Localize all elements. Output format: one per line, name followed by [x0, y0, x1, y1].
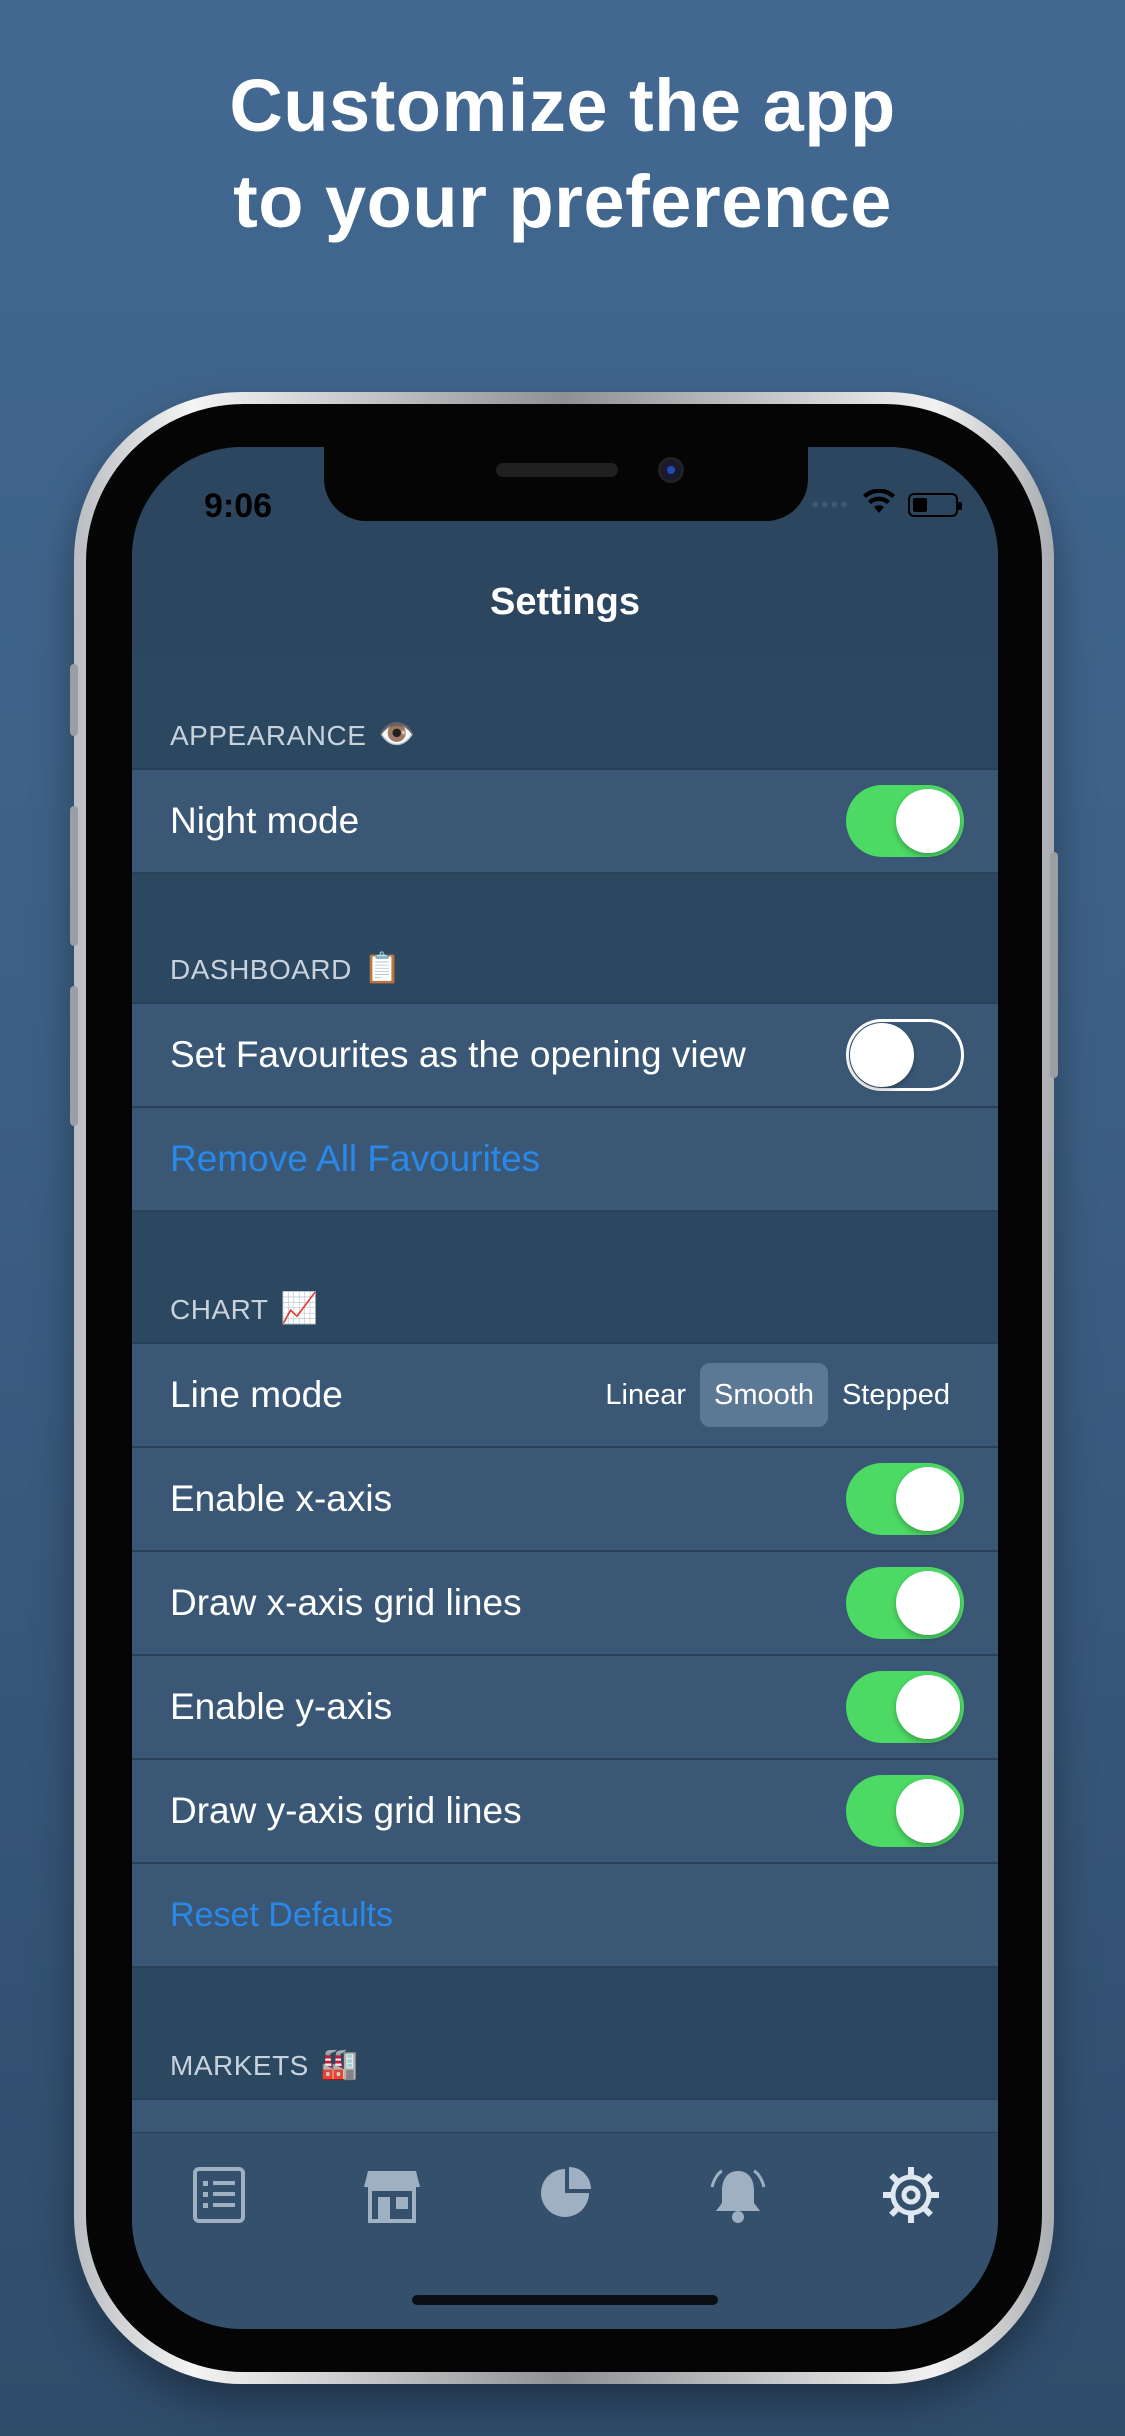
speaker-grille: [496, 463, 618, 477]
signal-dots: ••••: [811, 491, 850, 517]
mute-switch: [70, 664, 78, 736]
reset-defaults-button[interactable]: Reset Defaults: [170, 1896, 964, 1935]
power-button: [1050, 852, 1058, 1078]
status-icons: ••••: [811, 488, 962, 520]
favourites-opening-toggle[interactable]: [846, 1019, 964, 1091]
section-markets: MARKETS 🏭: [132, 1968, 998, 2100]
eye-emoji-icon: 👁️: [378, 718, 417, 751]
night-mode-row: Night mode: [132, 770, 998, 874]
tab-settings[interactable]: [871, 2165, 951, 2237]
headline-line-2: to your preference: [233, 160, 892, 243]
settings-list[interactable]: APPEARANCE 👁️ Night mode DASHBOARD 📋 Set…: [132, 654, 998, 2204]
factory-emoji-icon: 🏭: [320, 2048, 359, 2081]
phone-screen: 9:06 •••• Settings APPEARANCE 👁️ Night m…: [132, 447, 998, 2329]
headline: Customize the app to your preference: [0, 58, 1125, 250]
section-dashboard: DASHBOARD 📋: [132, 874, 998, 1004]
x-grid-row: Draw x-axis grid lines: [132, 1552, 998, 1656]
bell-icon: [710, 2169, 766, 2223]
toggle-knob: [850, 1023, 914, 1087]
headline-line-1: Customize the app: [229, 64, 896, 147]
night-mode-toggle[interactable]: [846, 785, 964, 857]
y-grid-toggle[interactable]: [846, 1775, 964, 1847]
x-grid-toggle[interactable]: [846, 1567, 964, 1639]
volume-down-button: [70, 986, 78, 1126]
volume-up-button: [70, 806, 78, 946]
section-title: DASHBOARD: [170, 954, 352, 985]
toggle-knob: [896, 1467, 960, 1531]
enable-y-axis-row: Enable y-axis: [132, 1656, 998, 1760]
enable-x-axis-toggle[interactable]: [846, 1463, 964, 1535]
enable-x-axis-row: Enable x-axis: [132, 1448, 998, 1552]
section-title: MARKETS: [170, 2050, 309, 2081]
wifi-icon: [862, 488, 896, 520]
row-label: Enable x-axis: [170, 1478, 393, 1519]
tab-markets[interactable]: [352, 2165, 432, 2237]
toggle-knob: [896, 1571, 960, 1635]
section-title: CHART: [170, 1294, 269, 1325]
page-title: Settings: [490, 581, 640, 623]
y-grid-row: Draw y-axis grid lines: [132, 1760, 998, 1864]
line-mode-segmented-control[interactable]: Linear Smooth Stepped: [591, 1363, 964, 1427]
battery-icon: [908, 492, 962, 517]
store-icon: [363, 2171, 420, 2223]
segment-linear[interactable]: Linear: [591, 1363, 700, 1427]
home-indicator[interactable]: [412, 2295, 718, 2305]
row-label: Enable y-axis: [170, 1686, 393, 1727]
remove-favourites-row[interactable]: Remove All Favourites: [132, 1108, 998, 1212]
toggle-knob: [896, 1675, 960, 1739]
tab-alerts[interactable]: [698, 2165, 778, 2237]
list-icon: [192, 2167, 245, 2223]
front-camera: [658, 457, 684, 483]
remove-favourites-button[interactable]: Remove All Favourites: [170, 1138, 964, 1180]
status-time: 9:06: [204, 487, 273, 525]
tab-portfolio[interactable]: [525, 2165, 605, 2237]
notch: [324, 447, 808, 521]
section-appearance: APPEARANCE 👁️: [132, 654, 998, 770]
section-title: APPEARANCE: [170, 720, 367, 751]
section-chart: CHART 📈: [132, 1212, 998, 1344]
gear-icon: [883, 2167, 940, 2223]
clipboard-emoji-icon: 📋: [363, 952, 402, 985]
row-label: Draw y-axis grid lines: [170, 1790, 522, 1831]
pie-chart-icon: [540, 2167, 591, 2217]
enable-y-axis-toggle[interactable]: [846, 1671, 964, 1743]
segment-smooth[interactable]: Smooth: [700, 1363, 828, 1427]
row-label: Draw x-axis grid lines: [170, 1582, 522, 1623]
reset-defaults-row[interactable]: Reset Defaults: [132, 1864, 998, 1968]
row-label: Night mode: [170, 800, 360, 841]
toggle-knob: [896, 789, 960, 853]
favourites-opening-row: Set Favourites as the opening view: [132, 1004, 998, 1108]
segment-stepped[interactable]: Stepped: [828, 1363, 964, 1427]
tab-list[interactable]: [179, 2165, 259, 2237]
toggle-knob: [896, 1779, 960, 1843]
line-mode-row: Line mode Linear Smooth Stepped: [132, 1344, 998, 1448]
chart-emoji-icon: 📈: [280, 1292, 319, 1325]
row-label: Line mode: [170, 1374, 343, 1415]
row-label: Set Favourites as the opening view: [170, 1034, 746, 1075]
